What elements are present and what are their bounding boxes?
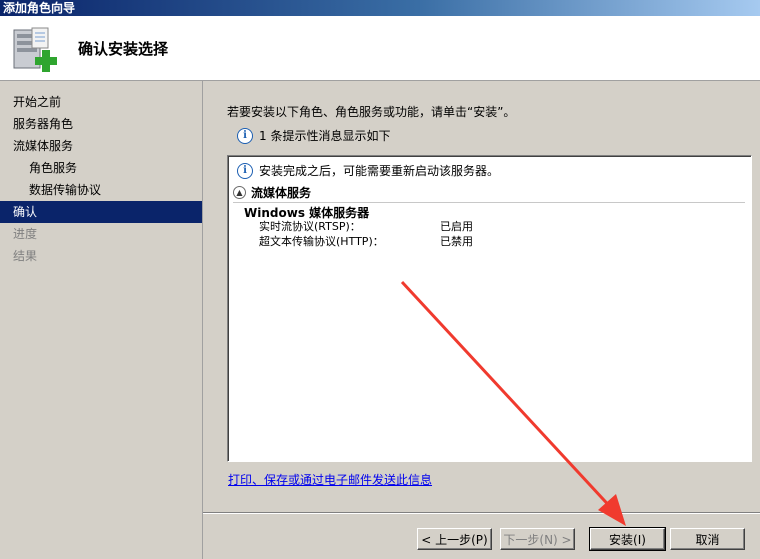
main-content: 若要安装以下角色、角色服务或功能，请单击“安装”。 i 1 条提示性消息显示如下…	[203, 81, 760, 559]
row-value-rtsp: 已启用	[440, 220, 473, 233]
wizard-step-list: 开始之前 服务器角色 流媒体服务 角色服务 数据传输协议 确认进度结果	[0, 81, 203, 559]
section-title: 流媒体服务	[251, 185, 312, 200]
sidebar-item-4[interactable]: 数据传输协议	[0, 179, 202, 201]
info-icon: i	[237, 127, 253, 144]
selection-summary-panel[interactable]: i 安装完成之后，可能需要重新启动该服务器。 ▲ 流媒体服务 Windows 媒…	[227, 155, 752, 462]
sidebar-item-0[interactable]: 开始之前	[0, 91, 202, 113]
section-header-streaming[interactable]: ▲ 流媒体服务	[233, 182, 745, 203]
print-save-email-link[interactable]: 打印、保存或通过电子邮件发送此信息	[228, 471, 432, 488]
button-divider	[203, 512, 760, 514]
page-title: 确认安装选择	[78, 40, 169, 58]
sidebar-item-7: 结果	[13, 249, 38, 263]
restart-notice: i 安装完成之后，可能需要重新启动该服务器。	[237, 162, 499, 179]
info-summary: i 1 条提示性消息显示如下	[237, 127, 390, 144]
server-add-icon	[13, 27, 57, 72]
row-label-rtsp: 实时流协议(RTSP)：	[259, 220, 361, 233]
previous-button[interactable]: < 上一步(P)	[417, 528, 492, 550]
sidebar-item-5[interactable]: 确认	[0, 201, 202, 223]
sidebar-item-3[interactable]: 角色服务	[0, 157, 202, 179]
sidebar-item-2[interactable]: 流媒体服务	[0, 135, 202, 157]
sidebar-item-1[interactable]: 服务器角色	[0, 113, 202, 135]
restart-notice-text: 安装完成之后，可能需要重新启动该服务器。	[259, 164, 500, 178]
cancel-button[interactable]: 取消	[670, 528, 745, 550]
row-label-http: 超文本传输协议(HTTP)：	[259, 235, 384, 248]
wizard-header: 确认安装选择	[0, 16, 760, 81]
info-count-text: 1 条提示性消息显示如下	[259, 129, 391, 143]
instruction-text: 若要安装以下角色、角色服务或功能，请单击“安装”。	[227, 105, 516, 119]
next-button[interactable]: 下一步(N) >	[500, 528, 575, 550]
install-button[interactable]: 安装(I)	[589, 527, 666, 551]
collapse-icon[interactable]: ▲	[233, 185, 246, 199]
info-icon: i	[237, 162, 253, 179]
window-title: 添加角色向导	[3, 1, 76, 15]
sidebar-item-6: 进度	[13, 227, 38, 241]
row-value-http: 已禁用	[440, 235, 473, 248]
window-title-bar: 添加角色向导	[0, 0, 760, 16]
